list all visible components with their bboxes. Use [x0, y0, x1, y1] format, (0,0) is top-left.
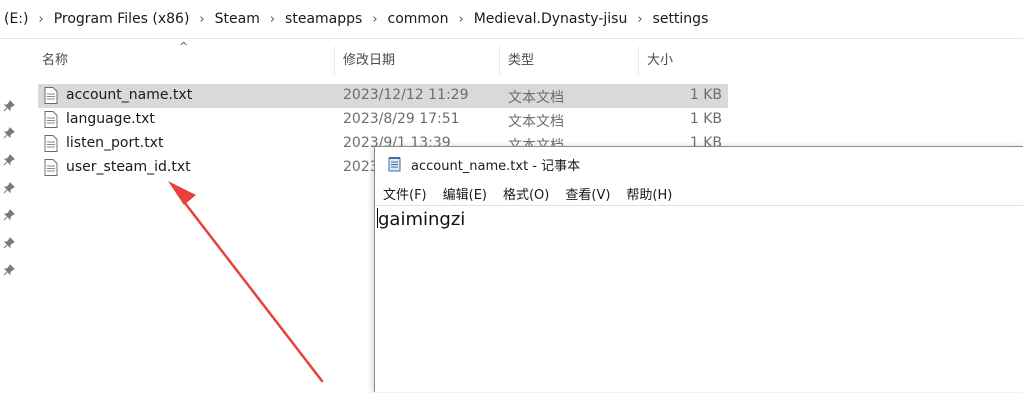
menu-format[interactable]: 格式(O) — [495, 184, 557, 203]
pin-icon[interactable] — [3, 182, 15, 194]
breadcrumb-steam[interactable]: Steam — [211, 11, 264, 27]
notepad-title: account_name.txt - 记事本 — [411, 158, 581, 174]
address-bar[interactable]: (E:) › Program Files (x86) › Steam › ste… — [0, 0, 1023, 39]
chevron-right-icon: › — [199, 11, 205, 27]
column-header-row: ^ 名称 修改日期 类型 大小 — [34, 40, 735, 76]
pin-icon[interactable] — [3, 127, 15, 139]
pin-icon[interactable] — [3, 209, 15, 221]
text-file-icon — [44, 159, 58, 176]
notepad-content: gaimingzi — [377, 208, 465, 230]
text-file-icon — [44, 111, 58, 128]
file-name: language.txt — [66, 111, 155, 127]
file-size: 1 KB — [689, 111, 722, 127]
breadcrumb-drive[interactable]: (E:) — [0, 11, 33, 27]
pin-icon[interactable] — [3, 264, 15, 276]
file-size: 1 KB — [689, 87, 722, 103]
column-size[interactable]: 大小 — [638, 46, 735, 76]
pin-icon[interactable] — [3, 154, 15, 166]
breadcrumb-steamapps[interactable]: steamapps — [281, 11, 366, 27]
notepad-titlebar[interactable]: account_name.txt - 记事本 — [375, 147, 1023, 181]
notepad-content-text: gaimingzi — [378, 209, 466, 230]
menu-file[interactable]: 文件(F) — [375, 184, 435, 203]
breadcrumb-game-folder[interactable]: Medieval.Dynasty-jisu — [470, 11, 632, 27]
breadcrumb-program-files[interactable]: Program Files (x86) — [50, 11, 194, 27]
column-date[interactable]: 修改日期 — [334, 46, 499, 76]
text-file-icon — [44, 87, 58, 104]
file-date: 2023/8/29 17:51 — [343, 111, 460, 127]
file-name: user_steam_id.txt — [66, 159, 191, 175]
file-type: 文本文档 — [508, 114, 564, 130]
text-file-icon — [44, 135, 58, 152]
chevron-right-icon: › — [637, 11, 643, 27]
column-type[interactable]: 类型 — [499, 46, 636, 76]
file-name: listen_port.txt — [66, 135, 164, 151]
pin-icon[interactable] — [3, 100, 15, 112]
notepad-window[interactable]: account_name.txt - 记事本 文件(F) 编辑(E) 格式(O)… — [374, 146, 1023, 392]
file-row-account-name[interactable]: account_name.txt 2023/12/12 11:29 文本文档 1… — [38, 84, 728, 108]
menu-edit[interactable]: 编辑(E) — [435, 184, 495, 203]
file-row-language[interactable]: language.txt 2023/8/29 17:51 文本文档 1 KB — [38, 108, 728, 132]
chevron-right-icon: › — [458, 11, 464, 27]
chevron-right-icon: › — [372, 11, 378, 27]
column-name[interactable]: 名称 — [34, 46, 334, 76]
chevron-right-icon: › — [269, 11, 276, 27]
notepad-menubar: 文件(F) 编辑(E) 格式(O) 查看(V) 帮助(H) — [375, 181, 1023, 205]
breadcrumb-settings[interactable]: settings — [649, 11, 713, 27]
pin-icon[interactable] — [3, 237, 15, 249]
file-type: 文本文档 — [508, 90, 564, 106]
file-date: 2023/12/12 11:29 — [343, 87, 469, 103]
notepad-text-area[interactable]: gaimingzi — [375, 205, 1023, 393]
notepad-icon — [388, 157, 401, 172]
chevron-right-icon: › — [38, 11, 44, 27]
menu-help[interactable]: 帮助(H) — [618, 184, 680, 203]
file-name: account_name.txt — [66, 87, 193, 103]
quick-access-pins — [0, 38, 26, 391]
breadcrumb-common[interactable]: common — [384, 11, 453, 27]
menu-view[interactable]: 查看(V) — [557, 184, 618, 203]
